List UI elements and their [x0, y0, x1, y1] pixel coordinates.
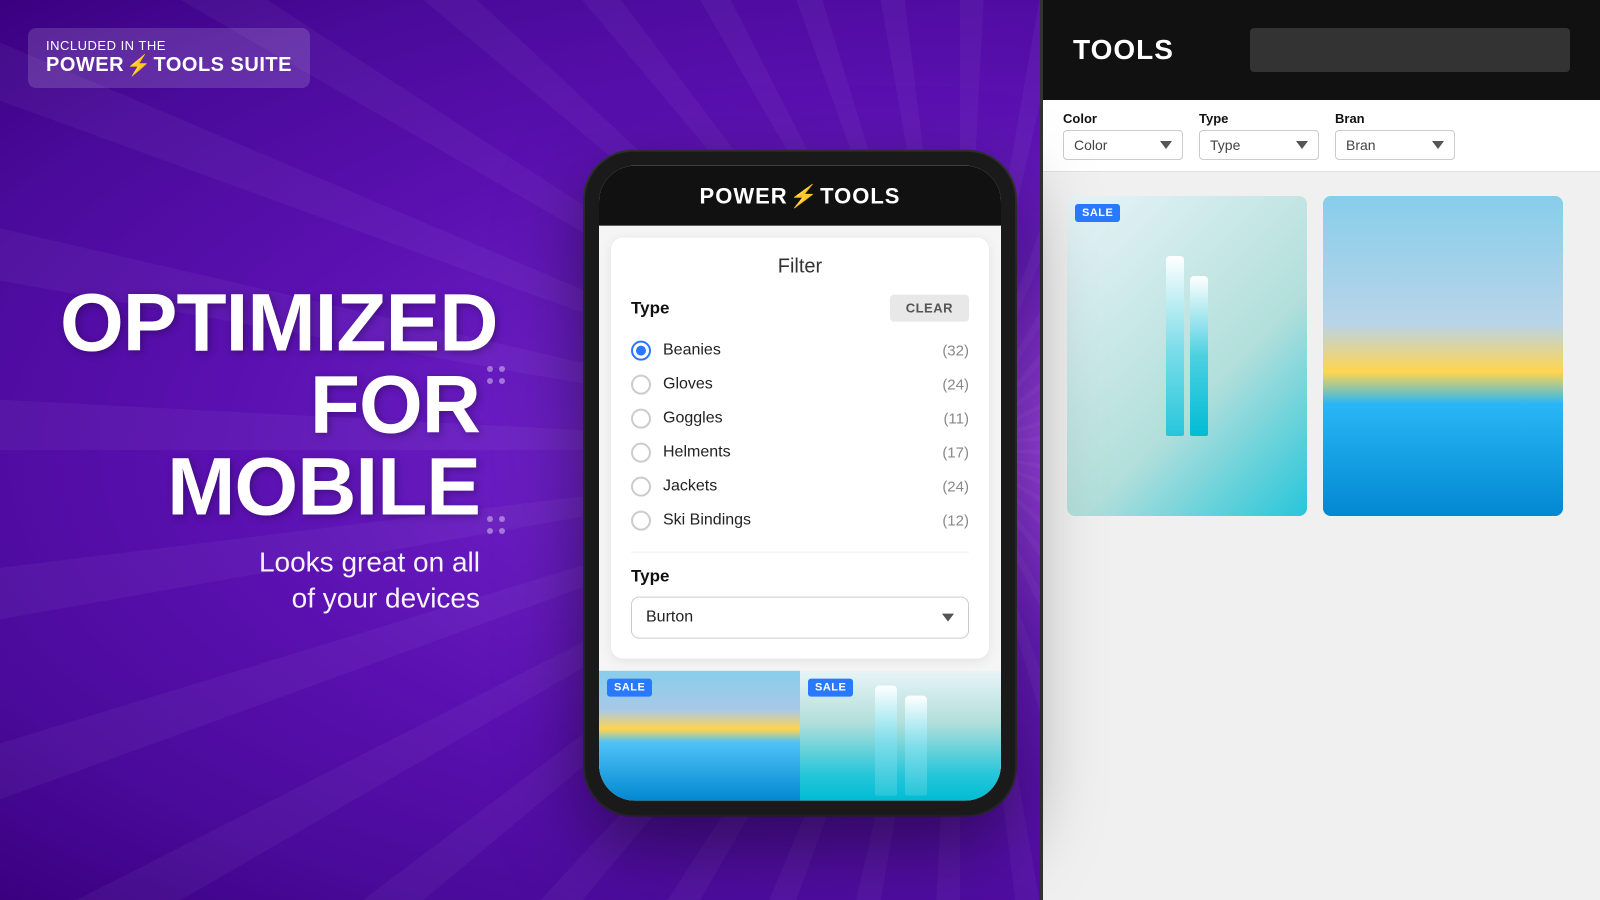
badge-line2: POWER ⚡ TOOLS SUITE [46, 53, 292, 78]
option-count-helments: (17) [942, 444, 969, 461]
dot [499, 528, 505, 534]
dot [499, 378, 505, 384]
desktop-color-value: Color [1074, 137, 1107, 153]
headline-main: OPTIMIZEDFORMOBILE [60, 283, 480, 529]
radio-goggles[interactable] [631, 409, 651, 429]
desktop-products: SALE [1043, 172, 1600, 540]
radio-gloves[interactable] [631, 375, 651, 395]
phone-screen: POWER ⚡ TOOLS Filter Type CLEAR [599, 166, 1001, 801]
suite-badge: INCLUDED IN THE POWER ⚡ TOOLS SUITE [28, 28, 310, 88]
bracket-dots [487, 366, 505, 534]
headline-section: OPTIMIZEDFORMOBILE Looks great on allof … [60, 283, 480, 618]
filter-option-jackets[interactable]: Jackets (24) [631, 470, 969, 504]
phone-mockup: POWER ⚡ TOOLS Filter Type CLEAR [585, 152, 1015, 815]
option-label-goggles: Goggles [663, 410, 723, 428]
sale-badge: SALE [808, 679, 853, 697]
desktop-color-label: Color [1063, 111, 1183, 126]
ski-shape-2 [905, 696, 927, 796]
chevron-down-icon [942, 614, 954, 622]
desktop-product-card [1323, 196, 1563, 516]
sale-badge: SALE [1075, 204, 1120, 222]
badge-bolt-icon: ⚡ [126, 53, 151, 78]
option-label-ski-bindings: Ski Bindings [663, 512, 751, 530]
filter-type-label: Type [631, 298, 669, 318]
dot [487, 366, 493, 372]
desktop-filter-color-col: Color Color [1063, 111, 1183, 160]
option-label-helments: Helments [663, 444, 731, 462]
filter-type-header: Type CLEAR [631, 295, 969, 322]
filter-title: Filter [631, 256, 969, 279]
brand-selected-value: Burton [646, 609, 693, 627]
product-thumbnail-1: SALE [599, 671, 800, 801]
desktop-color-select[interactable]: Color [1063, 130, 1183, 160]
product-image [1323, 196, 1563, 516]
logo-bolt-icon: ⚡ [787, 184, 820, 210]
desktop-screen: TOOLS Color Color Type Type Bran [1040, 0, 1600, 900]
desktop-filter-brand-col: Bran Bran [1335, 111, 1455, 160]
app-logo: POWER ⚡ TOOLS [599, 184, 1001, 210]
radio-jackets[interactable] [631, 477, 651, 497]
filter-panel: Filter Type CLEAR Beanies (32) [611, 238, 989, 659]
desktop-brand-select[interactable]: Bran [1335, 130, 1455, 160]
logo-tools: TOOLS [820, 184, 900, 210]
brand-section-label: Type [631, 567, 969, 587]
desktop-filter-type-col: Type Type [1199, 111, 1319, 160]
brand-dropdown[interactable]: Burton [631, 597, 969, 639]
filter-options-list: Beanies (32) Gloves (24) Goggles (11) [631, 334, 969, 538]
option-count-beanies: (32) [942, 342, 969, 359]
filter-option-beanies[interactable]: Beanies (32) [631, 334, 969, 368]
clear-button[interactable]: CLEAR [890, 295, 969, 322]
chevron-down-icon [1160, 141, 1172, 149]
filter-option-gloves[interactable]: Gloves (24) [631, 368, 969, 402]
dot [499, 516, 505, 522]
desktop-brand-label: Bran [1335, 111, 1455, 126]
filter-option-helments[interactable]: Helments (17) [631, 436, 969, 470]
badge-line1: INCLUDED IN THE [46, 38, 292, 53]
filter-divider [631, 552, 969, 553]
option-count-goggles: (11) [943, 410, 969, 427]
logo-power: POWER [700, 184, 788, 210]
dot [487, 528, 493, 534]
radio-helments[interactable] [631, 443, 651, 463]
phone-topbar: POWER ⚡ TOOLS [599, 166, 1001, 226]
desktop-peek: TOOLS Color Color Type Type Bran [1040, 0, 1600, 900]
filter-option-ski-bindings[interactable]: Ski Bindings (12) [631, 504, 969, 538]
sale-badge: SALE [607, 679, 652, 697]
option-label-beanies: Beanies [663, 342, 721, 360]
option-label-jackets: Jackets [663, 478, 717, 496]
headline-sub: Looks great on allof your devices [60, 545, 480, 618]
option-count-gloves: (24) [942, 376, 969, 393]
radio-inner-beanies [636, 346, 646, 356]
desktop-type-select[interactable]: Type [1199, 130, 1319, 160]
chevron-down-icon [1432, 141, 1444, 149]
chevron-down-icon [1296, 141, 1308, 149]
desktop-topbar: TOOLS [1043, 0, 1600, 100]
radio-beanies[interactable] [631, 341, 651, 361]
dot [487, 378, 493, 384]
option-label-gloves: Gloves [663, 376, 713, 394]
desktop-filter-row: Color Color Type Type Bran Bran [1043, 100, 1600, 172]
desktop-type-label: Type [1199, 111, 1319, 126]
product-image [1067, 196, 1307, 516]
products-row: SALE SALE [599, 671, 1001, 801]
phone-frame: POWER ⚡ TOOLS Filter Type CLEAR [585, 152, 1015, 815]
product-thumbnail-2: SALE [800, 671, 1001, 801]
badge-power: POWER [46, 54, 124, 77]
dot [499, 366, 505, 372]
ski-shape-1 [875, 686, 897, 796]
desktop-logo-tools: TOOLS [1073, 34, 1174, 66]
radio-ski-bindings[interactable] [631, 511, 651, 531]
dot [487, 516, 493, 522]
filter-option-goggles[interactable]: Goggles (11) [631, 402, 969, 436]
desktop-product-card: SALE [1067, 196, 1307, 516]
desktop-brand-value: Bran [1346, 137, 1376, 153]
desktop-type-value: Type [1210, 137, 1240, 153]
option-count-jackets: (24) [942, 478, 969, 495]
desktop-search-bar [1250, 28, 1570, 72]
option-count-ski-bindings: (12) [942, 512, 969, 529]
desktop-logo: TOOLS [1073, 34, 1174, 66]
badge-tools: TOOLS SUITE [153, 54, 291, 77]
